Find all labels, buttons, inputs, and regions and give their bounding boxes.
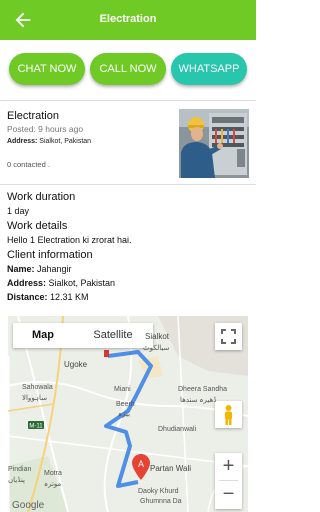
map-label-ugoke: Ugoke xyxy=(64,360,88,369)
map-label-miani: Miani xyxy=(114,386,131,393)
divider xyxy=(0,184,256,185)
map-label-beerh: Beerh xyxy=(116,401,135,408)
map-label-beerh-urdu: بیڑہ xyxy=(118,411,131,418)
action-bar: CHAT NOW CALL NOW WHATSAPP xyxy=(0,40,256,100)
marker-letter: A xyxy=(138,459,144,469)
job-address: Address: Sialkot, Pakistan xyxy=(7,138,91,145)
map-label-dhudianwali: Dhudianwali xyxy=(158,426,197,433)
job-address-value: Sialkot, Pakistan xyxy=(39,138,92,145)
zoom-control: + − xyxy=(215,453,242,509)
client-info-heading: Client information xyxy=(7,249,93,261)
map-type-control: Map Satellite xyxy=(13,323,153,348)
map-label-pindian: Pindian xyxy=(8,466,32,473)
work-duration-value: 1 day xyxy=(7,206,30,216)
zoom-out-button[interactable]: − xyxy=(215,481,242,508)
client-distance-label: Distance: xyxy=(7,292,48,302)
zoom-in-button[interactable]: + xyxy=(215,453,242,480)
client-distance: Distance: 12.31 KM xyxy=(7,290,252,304)
map-label-sahowala: Sahowala xyxy=(22,384,53,391)
whatsapp-button[interactable]: WHATSAPP xyxy=(171,53,247,85)
map-label-daoky-khurd: Daoky Khurd xyxy=(138,488,179,495)
job-details: Work duration 1 day Work details Hello 1… xyxy=(7,190,252,304)
map-type-map[interactable]: Map xyxy=(13,323,73,348)
work-details-heading: Work details xyxy=(7,220,68,232)
m11-label: M-11 xyxy=(29,424,43,430)
client-distance-value: 12.31 KM xyxy=(50,292,89,302)
client-address-label: Address: xyxy=(7,278,47,288)
pegman-icon xyxy=(225,405,232,425)
client-address-value: Sialkot, Pakistan xyxy=(48,278,116,288)
app-bar: Electration xyxy=(0,0,256,40)
route-map[interactable]: M-11 Google Map Satellite + − Sialkot سی… xyxy=(8,316,248,512)
map-label-motra: Motra xyxy=(44,470,62,477)
client-name-label: Name: xyxy=(7,264,35,274)
map-label-dheera-urdu: ڈھیرہ سندھا xyxy=(180,397,217,404)
client-address: Address: Sialkot, Pakistan xyxy=(7,276,252,290)
job-card: Electration Posted: 9 hours ago Address:… xyxy=(0,100,256,184)
map-label-ghumnna-da: Ghumnna Da xyxy=(140,498,182,505)
map-label-sahowala-urdu: ساہووالا xyxy=(22,395,48,402)
electrician-photo xyxy=(179,109,249,178)
destination-marker-icon[interactable]: A xyxy=(132,454,150,480)
posted-time: Posted: 9 hours ago xyxy=(7,124,84,134)
work-duration-heading: Work duration xyxy=(7,191,76,203)
google-logo: Google xyxy=(12,500,45,511)
client-name: Name: Jahangir xyxy=(7,262,252,276)
map-label-sialkot: Sialkot xyxy=(145,332,170,341)
fullscreen-icon xyxy=(221,329,236,344)
m11-road-sign: M-11 xyxy=(28,421,44,430)
map-label-motra-urdu: موترہ xyxy=(44,481,62,488)
map-type-satellite[interactable]: Satellite xyxy=(73,323,153,348)
map-label-pindian-urdu: پنڈیاں xyxy=(8,477,25,484)
map-label-dheera: Dheera Sandha xyxy=(178,386,228,393)
client-name-value: Jahangir xyxy=(37,264,72,274)
job-address-label: Address: xyxy=(7,138,38,145)
contacted-count: 0 contacted . xyxy=(7,160,50,169)
map-label-partan-wali: Partan Wali xyxy=(150,464,192,473)
street-view-button[interactable] xyxy=(215,401,242,428)
work-details-value: Hello 1 Electration ki zrorat hai. xyxy=(7,235,132,245)
fullscreen-button[interactable] xyxy=(215,323,242,350)
map-label-sialkot-urdu: سیالکوٹ xyxy=(143,345,170,352)
page-title: Electration xyxy=(99,13,157,25)
call-now-button[interactable]: CALL NOW xyxy=(90,53,166,85)
job-title: Electration xyxy=(7,110,59,122)
chat-now-button[interactable]: CHAT NOW xyxy=(9,53,85,85)
